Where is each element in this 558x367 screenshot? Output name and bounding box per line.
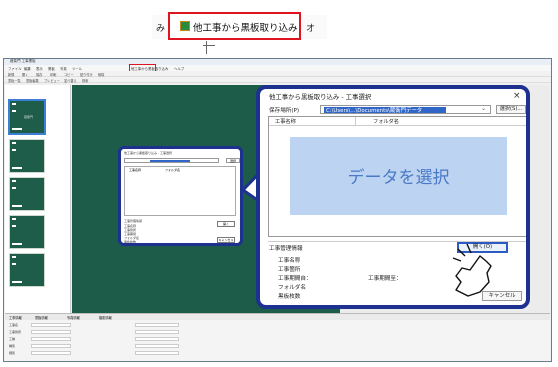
pointer-hand-icon [452, 243, 492, 297]
tap-ray [457, 248, 466, 257]
tap-ray [452, 257, 462, 262]
hand-shape [455, 255, 492, 297]
tap-ray [466, 243, 472, 254]
screenshot-root: み オ 他工事から黒板取り込み 蔵衛門 工事黒板 ファイル 編集 表示 黒板 写… [0, 0, 558, 367]
